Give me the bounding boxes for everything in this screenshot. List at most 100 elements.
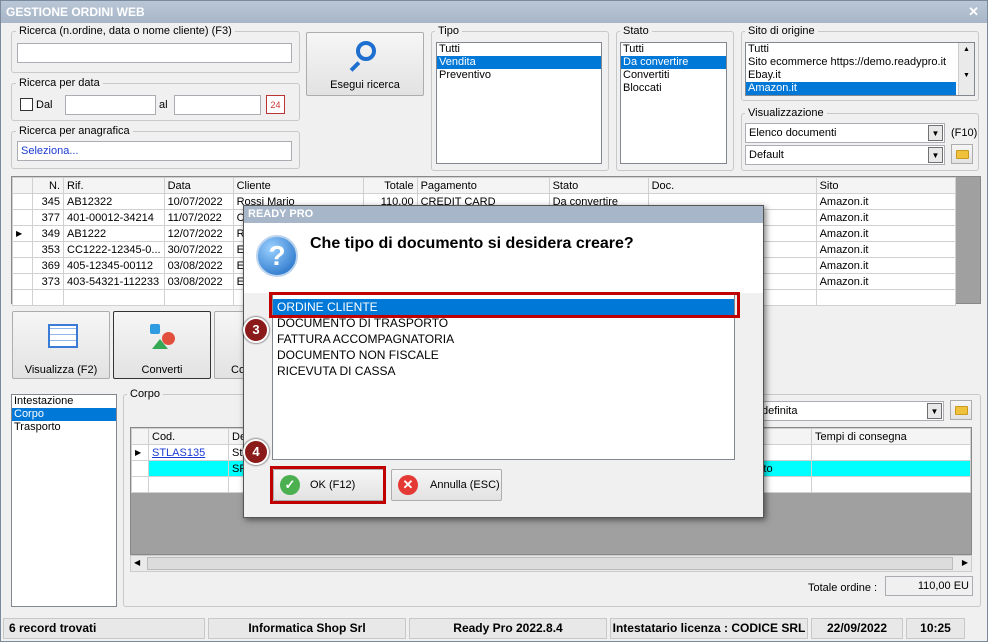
col-header[interactable]: Data — [163, 177, 234, 194]
col-header[interactable]: Tempi di consegna — [811, 428, 971, 445]
status-records: 6 record trovati — [3, 618, 205, 639]
col-header[interactable]: Pagamento — [416, 177, 550, 194]
cell: AB12322 — [63, 193, 165, 210]
cell: Amazon.it — [815, 257, 957, 274]
tipo-item[interactable]: Tutti — [437, 43, 601, 56]
magnifier-icon — [356, 41, 376, 61]
document-option[interactable]: RICEVUTA DI CASSA — [273, 363, 734, 379]
sito-item[interactable]: Sito ecommerce https://demo.readypro.it — [746, 56, 956, 69]
date-to-input[interactable] — [174, 95, 261, 115]
scroll-thumb[interactable] — [147, 557, 953, 570]
document-option[interactable]: DOCUMENTO NON FISCALE — [273, 347, 734, 363]
search-input[interactable] — [17, 43, 292, 63]
cell: 369 — [32, 257, 64, 274]
corpo-combo[interactable]: definita ▼ — [756, 401, 944, 421]
step-3-badge: 3 — [243, 317, 269, 343]
corpo-folder-button[interactable] — [950, 400, 972, 420]
tipo-item[interactable]: Preventivo — [437, 69, 601, 82]
sito-item[interactable]: Ebay.it — [746, 69, 956, 82]
sito-item-selected[interactable]: Amazon.it — [746, 82, 956, 95]
sections-listbox[interactable]: Intestazione Corpo Trasporto — [11, 394, 117, 607]
section-item-selected[interactable]: Corpo — [12, 408, 116, 421]
cell: CC1222-12345-0... — [63, 241, 165, 258]
chevron-down-icon[interactable]: ▼ — [927, 403, 942, 419]
document-option[interactable]: FATTURA ACCOMPAGNATORIA — [273, 331, 734, 347]
folder-icon — [955, 406, 968, 415]
cell: 345 — [32, 193, 64, 210]
al-label: al — [159, 99, 168, 111]
col-header[interactable]: Totale — [362, 177, 418, 194]
cell: 11/07/2022 — [163, 209, 234, 226]
sito-label: Sito di origine — [745, 25, 818, 37]
cell: 405-12345-00112 — [63, 257, 165, 274]
stato-item[interactable]: Bloccati — [621, 82, 726, 95]
sito-item[interactable]: Tutti — [746, 43, 956, 56]
stato-item[interactable]: Tutti — [621, 43, 726, 56]
title-bar: GESTIONE ORDINI WEB ✕ — [1, 1, 987, 23]
visualizza-label: Visualizza (F2) — [24, 364, 98, 376]
chevron-down-icon[interactable]: ▼ — [928, 125, 943, 141]
cell: Amazon.it — [815, 273, 957, 290]
dal-checkbox[interactable] — [20, 98, 33, 111]
scroll-right-icon[interactable]: ▶ — [962, 558, 968, 567]
date-search-label: Ricerca per data — [16, 77, 103, 89]
current-row-icon: ▶ — [131, 444, 149, 461]
close-icon[interactable]: ✕ — [968, 4, 979, 20]
view-hotkey: (F10) — [951, 127, 978, 139]
view-combo[interactable]: Elenco documenti ▼ — [745, 123, 945, 143]
col-header[interactable]: Cliente — [232, 177, 364, 194]
horizontal-scrollbar[interactable]: ◀ ▶ — [130, 555, 972, 572]
cell — [148, 460, 229, 477]
cancel-label: Annulla (ESC) — [430, 479, 500, 491]
col-header[interactable]: Sito — [815, 177, 957, 194]
cell: 401-00012-34214 — [63, 209, 165, 226]
sito-listbox[interactable]: Tutti Sito ecommerce https://demo.readyp… — [745, 42, 975, 96]
cell: 12/07/2022 — [163, 225, 234, 242]
col-header[interactable]: N. — [32, 177, 64, 194]
folder-button[interactable] — [951, 144, 973, 164]
cell: 30/07/2022 — [163, 241, 234, 258]
scroll-left-icon[interactable]: ◀ — [134, 558, 140, 567]
convert-icon — [150, 324, 176, 350]
layout-combo[interactable]: Default ▼ — [745, 145, 945, 165]
converti-button[interactable]: Converti — [113, 311, 211, 379]
cell[interactable]: STLAS135 — [148, 444, 229, 461]
tipo-item-selected[interactable]: Vendita — [437, 56, 601, 69]
dialog-question: Che tipo di documento si desidera creare… — [310, 235, 634, 252]
status-bar: 6 record trovati Informatica Shop Srl Re… — [1, 615, 987, 641]
stato-item-selected[interactable]: Da convertire — [621, 56, 726, 69]
cell: 403-54321-112233 — [63, 273, 165, 290]
grid-icon — [48, 324, 78, 348]
visualizza-button[interactable]: Visualizza (F2) — [12, 311, 110, 379]
calendar-icon[interactable]: 24 — [266, 95, 285, 114]
col-header[interactable]: Doc. — [647, 177, 817, 194]
col-header[interactable]: Rif. — [63, 177, 165, 194]
anagrafica-input[interactable]: Seleziona... — [17, 141, 292, 161]
status-date: 22/09/2022 — [811, 618, 903, 639]
col-header[interactable]: Cod. — [148, 428, 229, 445]
cancel-button[interactable]: ✕ Annulla (ESC) — [391, 469, 502, 501]
dialog-title: READY PRO — [244, 206, 763, 223]
stato-listbox[interactable]: Tutti Da convertire Convertiti Bloccati — [620, 42, 727, 164]
product-code-link[interactable]: STLAS135 — [152, 447, 205, 459]
stato-item[interactable]: Convertiti — [621, 69, 726, 82]
totale-value: 110,00 EU — [885, 576, 973, 596]
cell: Amazon.it — [815, 225, 957, 242]
cell: 377 — [32, 209, 64, 226]
tipo-listbox[interactable]: Tutti Vendita Preventivo — [436, 42, 602, 164]
document-type-dialog: READY PRO ? Che tipo di documento si des… — [243, 205, 764, 518]
sito-scrollbar[interactable]: ▲ ▼ — [958, 43, 974, 95]
date-from-input[interactable] — [65, 95, 156, 115]
col-header[interactable]: Stato — [548, 177, 649, 194]
search-button[interactable]: Esegui ricerca — [306, 32, 424, 96]
cell: Amazon.it — [815, 193, 957, 210]
window-title: GESTIONE ORDINI WEB — [6, 5, 145, 19]
section-item[interactable]: Intestazione — [12, 395, 116, 408]
row-indicator-header — [12, 177, 33, 194]
document-type-list[interactable]: ORDINE CLIENTE DOCUMENTO DI TRASPORTO FA… — [272, 294, 735, 460]
question-icon: ? — [256, 235, 298, 277]
chevron-down-icon[interactable]: ▼ — [928, 147, 943, 163]
search-label: Ricerca (n.ordine, data o nome cliente) … — [16, 25, 235, 37]
cancel-icon: ✕ — [398, 475, 418, 495]
section-item[interactable]: Trasporto — [12, 421, 116, 434]
